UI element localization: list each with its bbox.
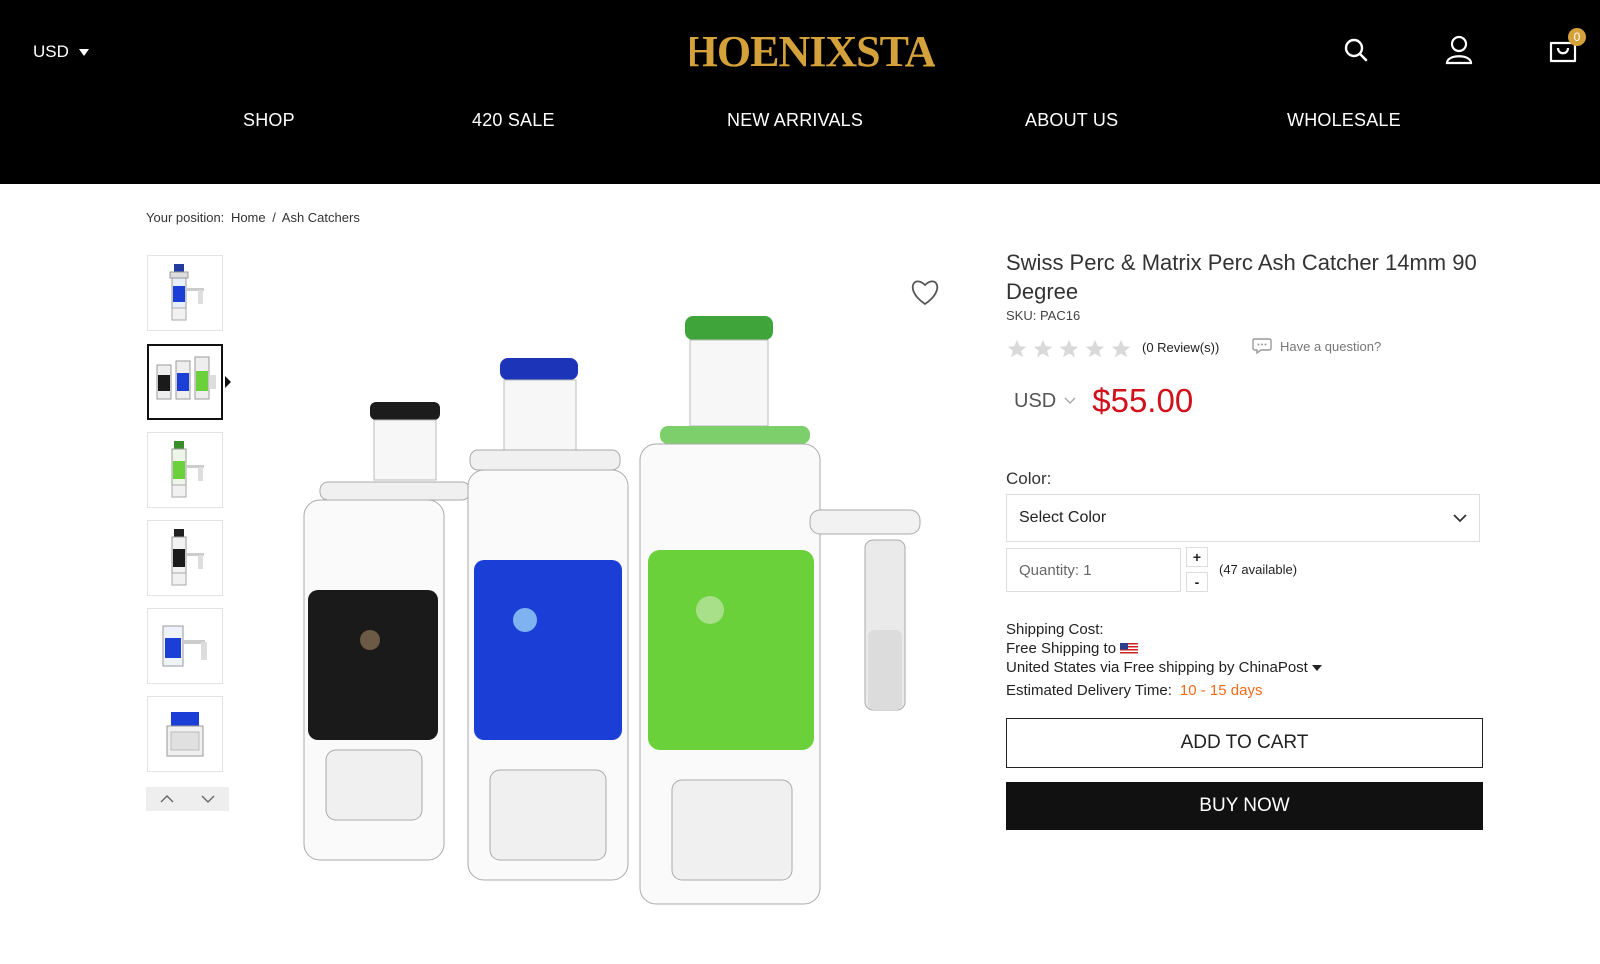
heart-icon[interactable] bbox=[910, 278, 942, 308]
cart-count-badge: 0 bbox=[1568, 28, 1586, 46]
thumbnail-3[interactable] bbox=[147, 432, 223, 508]
currency-label: USD bbox=[33, 42, 69, 61]
rating-stars bbox=[1006, 338, 1132, 360]
shipping-info: Shipping Cost: Free Shipping to United S… bbox=[1006, 620, 1322, 700]
eta-value: 10 - 15 days bbox=[1179, 682, 1263, 699]
shipping-method-selector[interactable]: United States via Free shipping by China… bbox=[1006, 658, 1322, 677]
star-icon bbox=[1059, 339, 1079, 358]
star-icon bbox=[1007, 339, 1027, 358]
main-nav: SHOP 420 SALE NEW ARRIVALS ABOUT US WHOL… bbox=[0, 110, 1600, 144]
breadcrumb-current[interactable]: Ash Catchers bbox=[282, 210, 360, 225]
review-count[interactable]: (0 Review(s)) bbox=[1142, 340, 1219, 355]
thumbnail-4[interactable] bbox=[147, 520, 223, 596]
nav-item-about-us[interactable]: ABOUT US bbox=[1025, 110, 1118, 131]
caret-down-icon bbox=[78, 48, 89, 56]
active-thumbnail-indicator bbox=[225, 376, 231, 388]
phoenixstar-logo[interactable]: PHOENIXSTAR bbox=[690, 24, 935, 74]
thumbnail-5[interactable] bbox=[147, 608, 223, 684]
logo-text: PHOENIXSTAR bbox=[690, 27, 935, 74]
shipping-method-text: United States via Free shipping by China… bbox=[1006, 659, 1308, 676]
nav-item-shop[interactable]: SHOP bbox=[243, 110, 295, 131]
quantity-value: Quantity: 1 bbox=[1019, 561, 1092, 579]
breadcrumb: Your position: Home / Ash Catchers bbox=[146, 210, 363, 225]
thumbnail-6[interactable] bbox=[147, 696, 223, 772]
product-price: $55.00 bbox=[1092, 382, 1194, 419]
chevron-up-icon[interactable] bbox=[146, 787, 188, 811]
star-icon bbox=[1033, 339, 1053, 358]
star-icon bbox=[1111, 339, 1131, 358]
nav-item-420-sale[interactable]: 420 SALE bbox=[472, 110, 555, 131]
quantity-increment-button[interactable]: + bbox=[1186, 547, 1208, 567]
chevron-down-icon bbox=[1453, 513, 1467, 522]
site-header: USD PHOENIXSTAR 0 SHOP 420 SALE NEW ARRI… bbox=[0, 0, 1600, 184]
eta-label: Estimated Delivery Time: bbox=[1006, 682, 1172, 699]
quantity-decrement-button[interactable]: - bbox=[1186, 572, 1208, 592]
cart-icon[interactable]: 0 bbox=[1543, 28, 1586, 70]
nav-item-new-arrivals[interactable]: NEW ARRIVALS bbox=[727, 110, 863, 131]
shipping-cost-label: Shipping Cost: bbox=[1006, 621, 1104, 638]
account-icon[interactable] bbox=[1439, 30, 1479, 70]
breadcrumb-prefix: Your position: bbox=[146, 210, 225, 225]
breadcrumb-home[interactable]: Home bbox=[231, 210, 266, 225]
ask-question-link[interactable]: Have a question? bbox=[1252, 337, 1381, 355]
add-to-cart-button[interactable]: ADD TO CART bbox=[1006, 718, 1483, 768]
chevron-down-icon bbox=[1064, 397, 1076, 404]
color-label: Color: bbox=[1006, 469, 1052, 488]
color-select-value: Select Color bbox=[1019, 509, 1107, 526]
product-sku: SKU: PAC16 bbox=[1006, 308, 1081, 323]
price-currency-selector[interactable]: USD bbox=[1014, 390, 1076, 413]
breadcrumb-separator: / bbox=[272, 210, 276, 225]
color-select[interactable]: Select Color bbox=[1006, 494, 1480, 542]
search-icon[interactable] bbox=[1336, 30, 1376, 70]
product-main-image bbox=[303, 316, 921, 905]
thumbnail-nav bbox=[146, 787, 229, 811]
thumbnail-2[interactable] bbox=[147, 344, 223, 420]
thumbnail-1[interactable] bbox=[147, 255, 223, 331]
product-title: Swiss Perc & Matrix Perc Ash Catcher 14m… bbox=[1006, 250, 1477, 304]
caret-down-icon bbox=[1311, 664, 1322, 671]
price-row: USD $55.00 bbox=[1014, 382, 1193, 420]
ask-question-label: Have a question? bbox=[1280, 338, 1382, 354]
free-shipping-text: Free Shipping to bbox=[1006, 640, 1117, 657]
nav-item-wholesale[interactable]: WHOLESALE bbox=[1287, 110, 1401, 131]
star-icon bbox=[1085, 339, 1105, 358]
currency-selector[interactable]: USD bbox=[33, 42, 89, 62]
chat-bubble-icon bbox=[1252, 338, 1272, 355]
quantity-input[interactable]: Quantity: 1 bbox=[1006, 548, 1181, 592]
stock-available: (47 available) bbox=[1219, 562, 1298, 577]
chevron-down-icon[interactable] bbox=[188, 787, 230, 811]
us-flag-icon bbox=[1120, 642, 1139, 655]
buy-now-button[interactable]: BUY NOW bbox=[1006, 782, 1483, 830]
price-currency-label: USD bbox=[1014, 389, 1057, 412]
